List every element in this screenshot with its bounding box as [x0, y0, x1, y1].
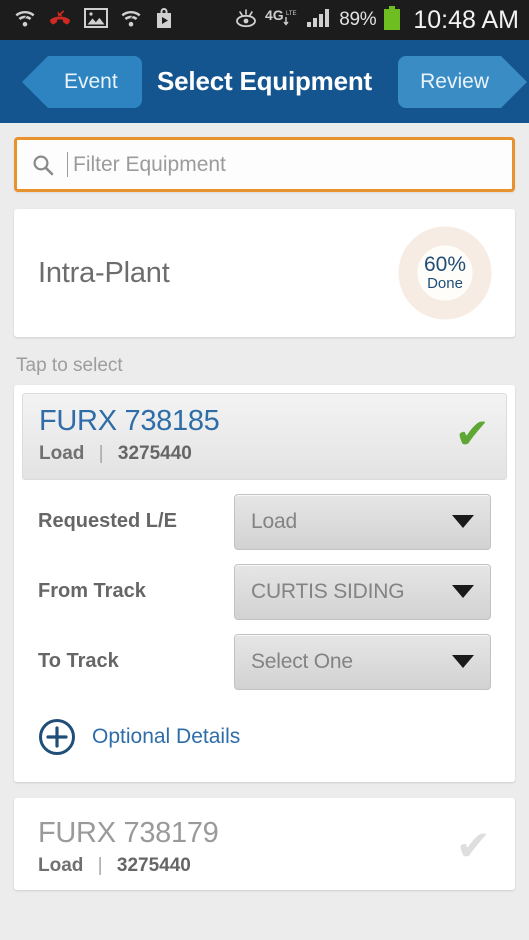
plus-circle-icon	[38, 718, 76, 756]
status-bar-right-icons: 4G LTE 89% 10:48 AM	[234, 5, 519, 35]
tap-to-select-hint: Tap to select	[16, 355, 123, 376]
svg-text:?: ?	[22, 12, 27, 22]
4g-lte-icon: 4G LTE	[265, 7, 299, 34]
wifi-question-icon: ?	[120, 8, 142, 33]
group-title: Intra-Plant	[38, 256, 170, 289]
dropdown-from-track[interactable]: CURTIS SIDING	[234, 563, 491, 620]
equipment-number: 3275440	[116, 854, 191, 876]
progress-caption: Done	[427, 275, 463, 293]
group-card-intra-plant[interactable]: Intra-Plant 60% Done	[14, 130, 515, 337]
equipment-separator: |	[98, 442, 104, 464]
check-icon: ✔	[454, 410, 490, 458]
chevron-down-icon	[452, 515, 474, 529]
equipment-subtitle: Load | 3275440	[39, 443, 455, 465]
gallery-icon	[84, 7, 108, 34]
dropdown-from-track-value: CURTIS SIDING	[251, 579, 405, 603]
equipment-card-collapsed[interactable]: FURX 738179 Load | 3275440 ✔	[14, 797, 515, 890]
optional-details-toggle[interactable]: Optional Details	[22, 704, 507, 782]
form-label-to-track: To Track	[38, 650, 119, 673]
smart-stay-eye-icon	[234, 8, 258, 33]
form-row-to-track: To Track Select One	[38, 633, 491, 690]
equipment-id: FURX 738179	[38, 816, 219, 849]
form-label-requested-le: Requested L/E	[38, 510, 177, 533]
main-content: Filter Equipment Intra-Plant 60% Done Ta…	[0, 123, 529, 940]
svg-text:4G: 4G	[265, 7, 284, 23]
text-cursor	[67, 152, 68, 177]
progress-donut-chart: 60% Done	[397, 130, 493, 321]
equipment-subtitle: Load | 3275440	[38, 855, 456, 877]
dropdown-to-track-value: Select One	[251, 649, 353, 673]
dropdown-requested-le-value: Load	[251, 509, 297, 533]
check-icon: ✔	[455, 822, 491, 870]
progress-percent: 60%	[423, 253, 467, 277]
equipment-id: FURX 738185	[39, 405, 220, 437]
form-row-from-track: From Track CURTIS SIDING	[38, 563, 491, 620]
missed-call-icon	[48, 8, 72, 33]
search-placeholder: Filter Equipment	[73, 152, 226, 176]
battery-icon	[383, 5, 401, 35]
battery-percent-label: 89%	[339, 9, 377, 30]
navigation-bar: Event Select Equipment Review	[0, 40, 529, 123]
search-icon	[31, 153, 55, 177]
filter-equipment-field[interactable]: Filter Equipment	[14, 137, 515, 192]
form-label-from-track: From Track	[38, 580, 146, 603]
equipment-info: FURX 738185 Load | 3275440	[39, 404, 455, 465]
status-bar: ? ? 4G LTE 89% 10:48 AM	[0, 0, 529, 40]
equipment-separator: |	[97, 854, 103, 876]
svg-text:?: ?	[128, 12, 133, 22]
equipment-number: 3275440	[117, 442, 192, 464]
dropdown-requested-le[interactable]: Load	[234, 493, 491, 550]
equipment-load-label: Load	[39, 442, 85, 464]
progress-donut-label: 60% Done	[397, 225, 493, 321]
chevron-down-icon	[452, 585, 474, 599]
equipment-form: Requested L/E Load From Track CURTIS SID…	[22, 480, 507, 690]
nav-next-review-button[interactable]: Review	[398, 55, 527, 108]
signal-bars-icon	[306, 7, 332, 34]
optional-details-label: Optional Details	[92, 724, 241, 748]
nav-next-label: Review	[420, 69, 489, 93]
form-row-requested-le: Requested L/E Load	[38, 493, 491, 550]
status-bar-left-icons: ? ?	[14, 7, 234, 34]
equipment-load-label: Load	[38, 854, 84, 876]
play-store-icon	[154, 7, 174, 34]
equipment-header[interactable]: FURX 738185 Load | 3275440 ✔	[22, 393, 507, 480]
chevron-down-icon	[452, 655, 474, 669]
equipment-info: FURX 738179 Load | 3275440	[38, 816, 456, 877]
clock-label: 10:48 AM	[413, 5, 519, 34]
equipment-header[interactable]: FURX 738179 Load | 3275440 ✔	[38, 816, 491, 877]
wifi-question-icon: ?	[14, 8, 36, 33]
svg-text:LTE: LTE	[286, 11, 297, 17]
equipment-card-selected: FURX 738185 Load | 3275440 ✔ Requested L…	[14, 385, 515, 782]
dropdown-to-track[interactable]: Select One	[234, 633, 491, 690]
